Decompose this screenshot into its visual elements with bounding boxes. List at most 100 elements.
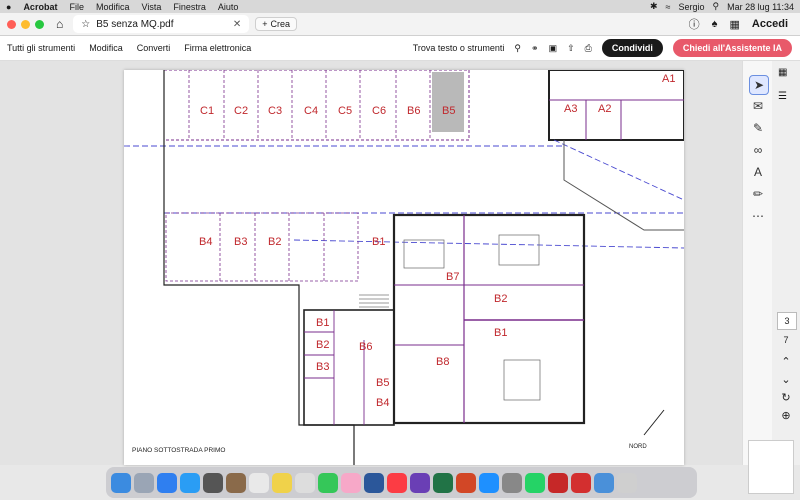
help-icon[interactable]: ⓘ xyxy=(689,16,700,32)
acrobat-icon[interactable] xyxy=(548,472,568,493)
launchpad-icon[interactable] xyxy=(134,472,154,493)
upload-icon[interactable]: ⇧ xyxy=(567,43,575,54)
outer-contour xyxy=(163,70,355,465)
page-up-icon[interactable]: ⌃ xyxy=(777,354,795,370)
sign-tool-icon[interactable]: ✏ xyxy=(749,185,767,203)
label-c6: C6 xyxy=(372,105,386,117)
label-b1-right: B1 xyxy=(494,327,507,339)
signin-button[interactable]: Accedi xyxy=(752,18,788,30)
macos-dock xyxy=(106,467,697,498)
page-thumbnail[interactable] xyxy=(748,440,794,494)
downloads-folder-icon[interactable] xyxy=(594,472,614,493)
label-a1: A1 xyxy=(662,73,675,85)
total-pages: 7 xyxy=(783,335,789,345)
reminders-icon[interactable] xyxy=(295,472,315,493)
menu-all-tools[interactable]: Tutti gli strumenti xyxy=(0,43,82,53)
page-down-icon[interactable]: ⌄ xyxy=(777,372,795,388)
photos-icon[interactable] xyxy=(341,472,361,493)
whatsapp-icon[interactable] xyxy=(525,472,545,493)
menu-modifica[interactable]: Modifica xyxy=(90,2,136,12)
close-window-button[interactable] xyxy=(7,19,16,29)
print-icon[interactable]: ⎙ xyxy=(585,43,592,54)
zoom-window-button[interactable] xyxy=(35,19,44,29)
new-tab-button[interactable]: + Crea xyxy=(255,17,298,31)
label-c1: C1 xyxy=(200,105,214,117)
home-icon[interactable]: ⌂ xyxy=(56,17,63,31)
menu-convert[interactable]: Converti xyxy=(130,43,178,53)
keynote-icon[interactable] xyxy=(410,472,430,493)
app-store-icon[interactable] xyxy=(479,472,499,493)
label-c5: C5 xyxy=(338,105,352,117)
powerpoint-icon[interactable] xyxy=(456,472,476,493)
menu-edit[interactable]: Modifica xyxy=(82,43,130,53)
current-page-field[interactable]: 3 xyxy=(777,312,797,330)
right-apartment-block xyxy=(392,213,586,425)
label-b3-left: B3 xyxy=(316,361,329,373)
trash-icon[interactable] xyxy=(617,472,637,493)
comment-tool-icon[interactable]: ✉ xyxy=(749,97,767,115)
notifications-icon[interactable]: ♠ xyxy=(712,18,718,30)
label-b1-left: B1 xyxy=(316,317,329,329)
menu-aiuto[interactable]: Aiuto xyxy=(212,2,245,12)
finder-icon[interactable] xyxy=(111,472,131,493)
minimize-window-button[interactable] xyxy=(21,19,30,29)
system-settings-icon[interactable] xyxy=(502,472,522,493)
label-c3: C3 xyxy=(268,105,282,117)
search-tools-label[interactable]: Trova testo o strumenti xyxy=(413,43,505,53)
side-toolbar: ➤ ✉ ✎ ∞ A ✏ ⋯ xyxy=(742,61,773,465)
close-tab-icon[interactable]: ✕ xyxy=(233,19,241,30)
share-button[interactable]: Condividi xyxy=(601,39,663,57)
label-b8: B8 xyxy=(436,356,449,368)
wifi-icon[interactable]: ≈ xyxy=(666,2,671,12)
headphones-icon[interactable]: ⚭ xyxy=(531,43,539,54)
star-icon[interactable]: ☆ xyxy=(81,19,90,30)
bluetooth-icon[interactable]: ✱ xyxy=(650,1,658,12)
mid-parking-outline xyxy=(165,212,359,282)
menu-finestra[interactable]: Finestra xyxy=(167,2,212,12)
contacts-icon[interactable] xyxy=(226,472,246,493)
photo-browser-icon[interactable] xyxy=(203,472,223,493)
highlight-box-b5 xyxy=(432,72,464,132)
music-icon[interactable] xyxy=(387,472,407,493)
rotate-icon[interactable]: ↻ xyxy=(777,390,795,406)
apps-grid-icon[interactable]: ▦ xyxy=(730,18,740,31)
document-tab[interactable]: ☆ B5 senza MQ.pdf ✕ xyxy=(73,15,250,33)
calendar-icon[interactable] xyxy=(249,472,269,493)
excel-icon[interactable] xyxy=(433,472,453,493)
safari-icon[interactable] xyxy=(157,472,177,493)
north-label: NORD xyxy=(629,444,647,450)
pdf-page[interactable]: C1 C2 C3 C4 C5 C6 B6 B5 A1 A3 A2 B4 B3 B… xyxy=(124,70,684,465)
new-tab-label: Crea xyxy=(270,19,291,29)
lasso-draw-icon[interactable]: ∞ xyxy=(749,141,767,159)
notes-icon[interactable] xyxy=(272,472,292,493)
bookmarks-icon[interactable]: ☰ xyxy=(778,91,787,102)
text-box-icon[interactable]: A xyxy=(749,163,767,181)
document-viewport[interactable]: C1 C2 C3 C4 C5 C6 B6 B5 A1 A3 A2 B4 B3 B… xyxy=(0,61,742,465)
word-icon[interactable] xyxy=(364,472,384,493)
label-b4-left: B4 xyxy=(376,397,389,409)
select-tool-icon[interactable]: ➤ xyxy=(749,75,769,95)
search-icon[interactable]: ⚲ xyxy=(514,43,521,54)
apple-menu-icon[interactable]: ● xyxy=(0,2,17,12)
label-b3-mid: B3 xyxy=(234,236,247,248)
menu-file[interactable]: File xyxy=(63,2,90,12)
search-icon[interactable]: ⚲ xyxy=(713,1,720,12)
zoom-in-icon[interactable]: ⊕ xyxy=(777,408,795,424)
maps-icon[interactable] xyxy=(318,472,338,493)
label-b2-left: B2 xyxy=(316,339,329,351)
app-menu[interactable]: Acrobat xyxy=(17,2,63,12)
ai-assistant-button[interactable]: Chiedi all'Assistente IA xyxy=(672,39,792,57)
plus-icon: + xyxy=(262,19,268,29)
panel-toggle-icon[interactable]: ▦ xyxy=(778,67,787,78)
user-name[interactable]: Sergio xyxy=(679,2,705,12)
pdf-app-icon[interactable] xyxy=(571,472,591,493)
floor-plan-drawing: C1 C2 C3 C4 C5 C6 B6 B5 A1 A3 A2 B4 B3 B… xyxy=(124,70,684,465)
menu-vista[interactable]: Vista xyxy=(135,2,167,12)
floor-label: PIANO SOTTOSTRADA PRIMO xyxy=(132,447,225,454)
highlight-pen-icon[interactable]: ✎ xyxy=(749,119,767,137)
clock[interactable]: Mar 28 lug 11:34 xyxy=(727,2,794,12)
mail-icon[interactable] xyxy=(180,472,200,493)
menu-esign[interactable]: Firma elettronica xyxy=(177,43,258,53)
save-icon[interactable]: ▣ xyxy=(549,43,558,54)
more-tools-icon[interactable]: ⋯ xyxy=(749,207,767,225)
